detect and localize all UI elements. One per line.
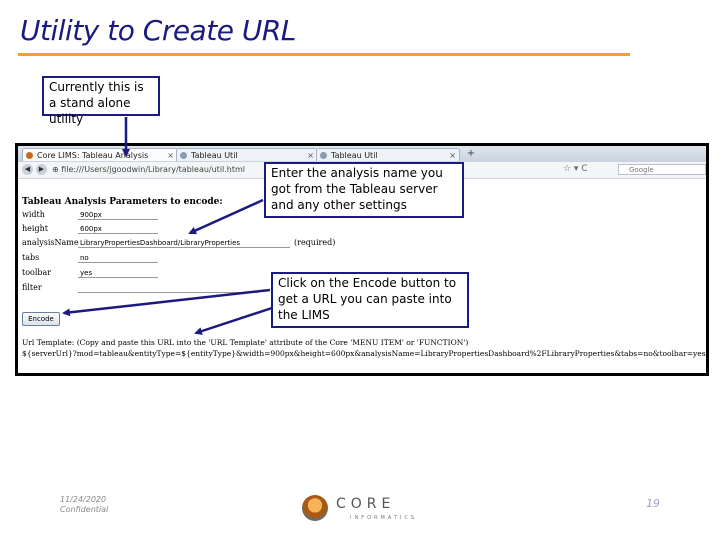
new-tab-button[interactable]: + (464, 148, 478, 160)
logo-subword: INFORMATICS (350, 515, 418, 521)
callout-standalone: Currently this is a stand alone utility (42, 76, 160, 126)
toolbar-input[interactable]: yes (78, 268, 158, 278)
width-input[interactable]: 900px (78, 210, 158, 220)
callout-enter-analysis: Enter the analysis name you got from the… (264, 162, 464, 218)
encode-button[interactable]: Encode (22, 312, 60, 326)
forward-icon[interactable]: ▶ (36, 164, 47, 175)
favicon-icon (320, 152, 327, 159)
favicon-icon (180, 152, 187, 159)
footer-date: 11/24/2020 (60, 495, 107, 504)
search-input[interactable]: Google (618, 164, 706, 175)
bookmark-reload-icons[interactable]: ☆ ▾ C (563, 164, 588, 175)
url-output-label: Url Template: (Copy and paste this URL i… (22, 338, 469, 347)
close-icon[interactable]: × (167, 149, 174, 161)
analysis-name-input[interactable]: LibraryPropertiesDashboard/LibraryProper… (78, 238, 290, 248)
required-note: (required) (294, 238, 336, 247)
core-informatics-logo: CORE INFORMATICS (302, 494, 432, 524)
logo-mark-icon (302, 495, 328, 521)
tab-label: Core LIMS: Tableau Analysis (37, 151, 149, 160)
title-underline (18, 53, 630, 56)
field-label: toolbar (22, 268, 52, 277)
footer-date-block: 11/24/2020 Confidential (60, 495, 108, 515)
height-input[interactable]: 600px (78, 224, 158, 234)
field-label: tabs (22, 253, 40, 262)
field-label: width (22, 210, 45, 219)
footer-confidential: Confidential (60, 505, 109, 514)
url-output-value[interactable]: ${serverUrl}?mod=tableau&entityType=${en… (22, 348, 706, 359)
slide-title: Utility to Create URL (20, 14, 296, 47)
favicon-icon (26, 152, 33, 159)
logo-word: CORE (336, 496, 396, 512)
field-label: filter (22, 283, 42, 292)
close-icon[interactable]: × (307, 149, 314, 161)
browser-tab-core-lims[interactable]: Core LIMS: Tableau Analysis × (22, 148, 178, 161)
tab-label: Tableau Util (191, 151, 238, 160)
back-icon[interactable]: ◀ (22, 164, 33, 175)
close-icon[interactable]: × (449, 149, 456, 161)
callout-encode: Click on the Encode button to get a URL … (271, 272, 469, 328)
tab-label: Tableau Util (331, 151, 378, 160)
form-heading: Tableau Analysis Parameters to encode: (22, 197, 223, 207)
browser-tab-bar: Core LIMS: Tableau Analysis × Tableau Ut… (18, 146, 706, 163)
page-number: 19 (646, 497, 660, 510)
field-row-analysis-name: analysisName LibraryPropertiesDashboard/… (22, 237, 362, 249)
browser-tab-tableau-util-2[interactable]: Tableau Util × (316, 148, 460, 161)
field-label: height (22, 224, 48, 233)
tabs-input[interactable]: no (78, 253, 158, 263)
field-label: analysisName (22, 238, 79, 247)
browser-tab-tableau-util[interactable]: Tableau Util × (176, 148, 318, 161)
filter-input[interactable] (78, 283, 258, 293)
